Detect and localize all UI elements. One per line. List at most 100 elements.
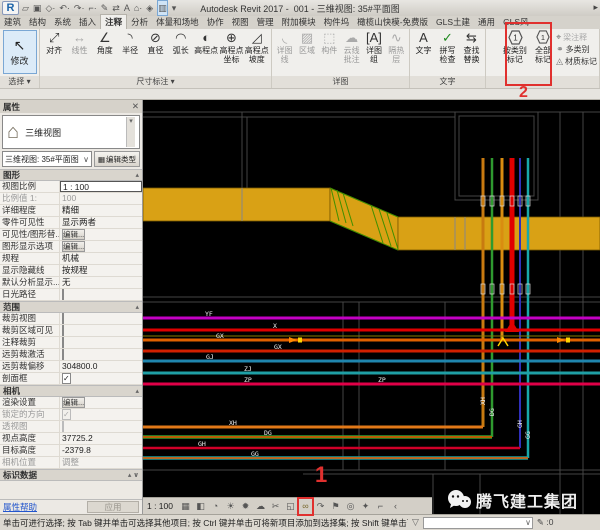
crop-region-icon[interactable]: ◱ <box>284 499 297 514</box>
crop-visible-checkbox[interactable] <box>62 325 64 336</box>
diameter-dimension-button[interactable]: ⊘直径 <box>143 30 167 55</box>
property-row[interactable]: 图形显示选项编辑... <box>0 241 142 253</box>
property-row[interactable]: 目标高度-2379.8 <box>0 445 142 457</box>
vcb-chevron-icon[interactable]: ‹ <box>389 499 402 514</box>
pin-icon[interactable]: ▴ <box>135 171 139 179</box>
spot-elevation-button[interactable]: ◐高程点 <box>194 30 218 55</box>
chevron-down-icon[interactable]: ▴ ∨ <box>128 471 139 479</box>
tab-architecture[interactable]: 建筑 <box>0 15 25 29</box>
tag-by-category-button[interactable]: 1 按类别标记 <box>500 30 530 64</box>
tab-component-dock[interactable]: 构件坞 <box>320 15 354 29</box>
view-instance-combo[interactable]: 三维视图: 35#平面图∨ <box>2 151 92 167</box>
undo-icon[interactable]: ↶· <box>59 1 70 15</box>
type-selector-scrollbar[interactable]: ▾ <box>126 117 135 147</box>
open-icon[interactable]: ▱ <box>22 1 29 15</box>
property-row[interactable]: 视图比例1 : 100 <box>0 181 142 193</box>
component-button[interactable]: ⬚构件 <box>319 30 340 55</box>
tab-insert[interactable]: 插入 <box>75 15 100 29</box>
property-row[interactable]: 默认分析显示...无 <box>0 277 142 289</box>
save-icon[interactable]: ▣ <box>33 1 42 15</box>
section-camera[interactable]: 相机▴ <box>0 385 142 397</box>
workset-combo[interactable]: ∨ <box>423 517 533 529</box>
property-row[interactable]: 裁剪区域可见 <box>0 325 142 337</box>
property-row[interactable]: 可见性/图形替...编辑... <box>0 229 142 241</box>
tab-addins[interactable]: 附加模块 <box>278 15 320 29</box>
property-row[interactable]: 渲染设置编辑... <box>0 397 142 409</box>
horizontal-pipes-mid[interactable] <box>143 318 600 384</box>
property-row[interactable]: 显示隐藏线按规程 <box>0 265 142 277</box>
tab-structure[interactable]: 结构 <box>25 15 50 29</box>
worksharing-icon[interactable]: ⌐ <box>374 499 387 514</box>
detail-line-button[interactable]: ◟详图线 <box>274 30 295 64</box>
insulation-button[interactable]: ∿隔热层 <box>386 30 407 64</box>
section-box-checkbox[interactable] <box>62 373 71 384</box>
far-clip-checkbox[interactable] <box>62 349 64 360</box>
crop-view-checkbox[interactable] <box>62 313 64 324</box>
tab-view[interactable]: 视图 <box>228 15 253 29</box>
tab-manage[interactable]: 管理 <box>253 15 278 29</box>
sun-path-icon[interactable]: ☀ <box>224 499 237 514</box>
close-icon[interactable]: ✕ <box>132 101 139 112</box>
multi-category-button[interactable]: ⚭多类别 <box>556 44 597 55</box>
measure-icon[interactable]: ✎ <box>101 1 109 15</box>
property-row[interactable]: 详细程度精细 <box>0 205 142 217</box>
property-row[interactable]: 剖面框 <box>0 373 142 385</box>
aligned-dim-icon[interactable]: ⇄ <box>112 1 120 15</box>
crop-view-icon[interactable]: ✂ <box>269 499 282 514</box>
spot-coordinate-button[interactable]: ⊕高程点坐标 <box>219 30 243 64</box>
render-icon[interactable]: ☁ <box>254 499 267 514</box>
property-row[interactable]: 远剪裁激活 <box>0 349 142 361</box>
thin-lines-icon[interactable]: ▥ <box>157 0 168 16</box>
title-overflow-icon[interactable]: ▸ <box>593 2 598 13</box>
sun-path-checkbox[interactable] <box>62 289 64 300</box>
property-row[interactable]: 远剪裁偏移304800.0 <box>0 361 142 373</box>
property-row[interactable]: 相机位置调整 <box>0 457 142 469</box>
qat-more-icon[interactable]: ▾ <box>172 1 177 15</box>
annotation-crop-checkbox[interactable] <box>62 337 64 348</box>
panel-tag-label[interactable] <box>486 76 599 88</box>
property-row[interactable]: 比例值 1:100 <box>0 193 142 205</box>
tab-gls-wind[interactable]: GLS风 <box>499 15 533 29</box>
property-row[interactable]: 注释裁剪 <box>0 337 142 349</box>
material-tag-button[interactable]: ◬材质标记 <box>556 56 597 67</box>
tab-glsmodel[interactable]: 橄榄山快模-免费版 <box>353 15 432 29</box>
section-extents[interactable]: 范围▴ <box>0 301 142 313</box>
tab-analyze[interactable]: 分析 <box>127 15 152 29</box>
print-icon[interactable]: ⌐· <box>88 1 96 15</box>
linear-dimension-button[interactable]: ↔线性 <box>67 30 91 55</box>
panel-dimension-label[interactable]: 尺寸标注 ▾ <box>40 76 271 88</box>
edit-button[interactable]: 编辑... <box>62 229 85 240</box>
panel-select-label[interactable]: 选择 ▾ <box>0 76 39 88</box>
apply-button[interactable]: 应用 <box>87 501 139 513</box>
edit-type-button[interactable]: ▦编辑类型 <box>94 151 140 167</box>
text-button[interactable]: A文字 <box>412 30 435 55</box>
edit-button[interactable]: 编辑... <box>62 241 85 252</box>
sync-icon[interactable]: ◇· <box>45 1 55 15</box>
modify-button[interactable]: ↖ 修改 <box>3 30 37 74</box>
reveal-hidden-icon[interactable]: ↷ <box>314 499 327 514</box>
revit-logo[interactable]: R <box>2 1 19 15</box>
tab-collaborate[interactable]: 协作 <box>203 15 228 29</box>
section-identity-data[interactable]: 标识数据▴ ∨ <box>0 469 142 481</box>
property-row[interactable]: 规程机械 <box>0 253 142 265</box>
tab-systems[interactable]: 系统 <box>50 15 75 29</box>
find-replace-button[interactable]: ⇆查找替换 <box>460 30 483 64</box>
property-row[interactable]: 透视图 <box>0 421 142 433</box>
panel-text-label[interactable]: 文字 <box>410 76 485 88</box>
section-icon[interactable]: ◈ <box>146 1 153 15</box>
tab-massing-site[interactable]: 体量和场地 <box>152 15 203 29</box>
arc-length-button[interactable]: ◠弧长 <box>169 30 193 55</box>
detail-level-icon[interactable]: ◧ <box>194 499 207 514</box>
tab-general[interactable]: 通用 <box>474 15 499 29</box>
shadows-icon[interactable]: ✹ <box>239 499 252 514</box>
region-button[interactable]: ▨区域 <box>296 30 317 55</box>
temporary-view-properties-icon[interactable]: ⚑ <box>329 499 342 514</box>
spell-check-button[interactable]: ✓拼写检查 <box>436 30 459 64</box>
filter-icon[interactable]: ▽ <box>412 517 419 528</box>
drawing-area[interactable]: YF X GX GX GJ ZJ ZP ZP XH DG GH GG XH DG… <box>143 100 600 514</box>
scale-icon[interactable]: ▦ <box>179 499 192 514</box>
view-scale-button[interactable]: 1 : 100 <box>147 501 173 511</box>
analytical-model-icon[interactable]: ◎ <box>344 499 357 514</box>
tab-gls-civil[interactable]: GLS土建 <box>432 15 474 29</box>
angular-dimension-button[interactable]: ∠角度 <box>93 30 117 55</box>
